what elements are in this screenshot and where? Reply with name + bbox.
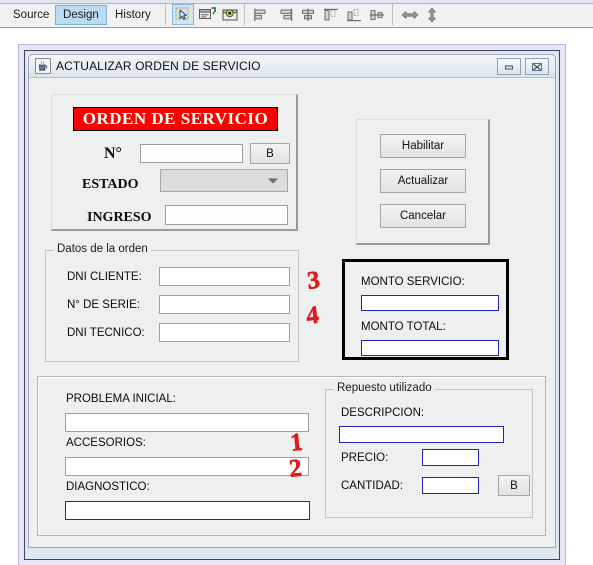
panel-datos-orden: Datos de la orden DNI CLIENTE: N° DE SER… (45, 243, 299, 362)
align-top-icon[interactable] (320, 4, 342, 25)
tab-history-label: History (115, 9, 151, 21)
diagnostico-field[interactable] (65, 501, 310, 520)
toolbar-separator (244, 4, 245, 25)
cancelar-button[interactable]: Cancelar (380, 204, 466, 228)
tab-design-label: Design (63, 9, 99, 21)
estado-combobox[interactable] (160, 169, 288, 192)
descripcion-label: DESCRIPCION: (341, 407, 425, 419)
cantidad-label: CANTIDAD: (341, 480, 403, 492)
window-titlebar: ACTUALIZAR ORDEN DE SERVICIO (29, 55, 555, 78)
toolbar-separator (165, 4, 166, 25)
align-left-icon[interactable] (251, 4, 273, 25)
chevron-down-icon (268, 178, 278, 183)
monto-total-field[interactable] (361, 340, 499, 356)
panel-montos: MONTO SERVICIO: MONTO TOTAL: (342, 259, 509, 360)
tab-source-label: Source (13, 9, 50, 21)
align-right-icon[interactable] (274, 4, 296, 25)
accesorios-label: ACCESORIOS: (66, 437, 146, 449)
dni-tecnico-label: DNI TECNICO: (67, 327, 145, 339)
habilitar-label: Habilitar (401, 140, 445, 152)
window-title: ACTUALIZAR ORDEN DE SERVICIO (56, 59, 261, 73)
annotation-mark-2: 2 (287, 454, 303, 483)
diagnostico-label: DIAGNOSTICO: (66, 481, 150, 493)
estado-label: ESTADO (82, 177, 139, 192)
precio-label: PRECIO: (341, 452, 389, 464)
panel-orden-header: ORDEN DE SERVICIO N° B ESTADO INGRESO (51, 94, 298, 231)
annotation-mark-4: 4 (304, 301, 320, 330)
minimize-button[interactable] (497, 58, 521, 75)
problema-inicial-field[interactable] (65, 413, 309, 432)
orden-de-servicio-banner: ORDEN DE SERVICIO (73, 107, 278, 131)
monto-total-label: MONTO TOTAL: (361, 321, 446, 333)
annotation-mark-3: 3 (305, 266, 321, 295)
java-coffee-cup-icon (35, 58, 51, 74)
editor-tabstrip: Source Design History (0, 0, 593, 28)
buscar-repuesto-label: B (510, 479, 518, 492)
banner-label: ORDEN DE SERVICIO (82, 109, 269, 128)
actualizar-label: Actualizar (397, 175, 449, 187)
screenshot-root: Source Design History ACTUALIZAR ORDEN D… (0, 0, 593, 565)
datos-orden-title: Datos de la orden (54, 243, 151, 255)
monto-servicio-field[interactable] (361, 295, 499, 311)
numero-label: N° (104, 145, 122, 162)
buscar-numero-button[interactable]: B (250, 143, 290, 164)
form-selection-outline: ACTUALIZAR ORDEN DE SERVICIO ORDEN DE SE… (18, 44, 566, 565)
tab-design[interactable]: Design (55, 5, 107, 25)
tab-source[interactable]: Source (6, 5, 56, 25)
dni-tecnico-field[interactable] (159, 323, 290, 342)
numero-serie-field[interactable] (159, 295, 290, 314)
repuesto-title: Repuesto utilizado (334, 382, 435, 394)
panel-repuesto-utilizado: Repuesto utilizado DESCRIPCION: PRECIO: … (325, 382, 533, 518)
dni-cliente-label: DNI CLIENTE: (67, 271, 142, 283)
annotation-mark-1: 1 (288, 428, 304, 457)
cancelar-label: Cancelar (399, 210, 447, 222)
selection-tool-icon[interactable] (172, 4, 194, 25)
dni-cliente-field[interactable] (159, 267, 290, 286)
preview-window-icon[interactable] (219, 4, 241, 25)
align-bottom-icon[interactable] (343, 4, 365, 25)
ingreso-field[interactable] (165, 205, 288, 225)
close-button[interactable] (525, 58, 549, 75)
panel-acciones: Habilitar Actualizar Cancelar (356, 119, 490, 245)
accesorios-field[interactable] (65, 457, 309, 476)
buscar-numero-label: B (266, 147, 274, 160)
cantidad-field[interactable] (422, 477, 479, 494)
toolbar-separator (392, 4, 393, 25)
precio-field[interactable] (422, 449, 479, 466)
monto-servicio-label: MONTO SERVICIO: (361, 276, 465, 288)
tab-history[interactable]: History (108, 5, 158, 25)
numero-serie-label: N° DE SERIE: (67, 299, 140, 311)
ingreso-label: INGRESO (87, 210, 152, 225)
buscar-repuesto-button[interactable]: B (498, 475, 530, 496)
preview-design-icon[interactable] (196, 4, 218, 25)
numero-field[interactable] (140, 144, 243, 163)
actualizar-button[interactable]: Actualizar (380, 169, 466, 193)
window-controls (497, 58, 549, 75)
form-designer-canvas: ACTUALIZAR ORDEN DE SERVICIO ORDEN DE SE… (0, 29, 593, 565)
habilitar-button[interactable]: Habilitar (380, 134, 466, 158)
descripcion-field[interactable] (339, 426, 504, 443)
align-center-vertical-icon[interactable] (366, 4, 388, 25)
resize-vertical-icon[interactable] (421, 4, 443, 25)
problema-inicial-label: PROBLEMA INICIAL: (66, 393, 176, 405)
resize-horizontal-icon[interactable] (399, 4, 421, 25)
align-center-horizontal-icon[interactable] (297, 4, 319, 25)
